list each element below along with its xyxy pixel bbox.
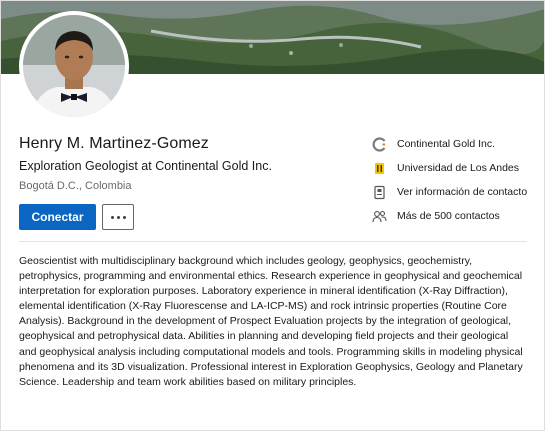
more-actions-button[interactable] [102, 204, 134, 230]
contact-card-icon [372, 185, 387, 200]
school-label: Universidad de Los Andes [397, 162, 519, 174]
current-company-link[interactable]: Continental Gold Inc. [372, 136, 542, 152]
school-link[interactable]: Universidad de Los Andes [372, 160, 542, 176]
people-icon [372, 209, 387, 224]
profile-headline: Exploration Geologist at Continental Gol… [19, 159, 272, 173]
connections-link[interactable]: Más de 500 contactos [372, 208, 542, 224]
section-divider [19, 241, 527, 242]
profile-card: Henry M. Martinez-Gomez Exploration Geol… [0, 0, 545, 431]
profile-side-links: Continental Gold Inc. Universidad de Los… [372, 136, 542, 232]
connect-button[interactable]: Conectar [19, 204, 96, 230]
current-company-label: Continental Gold Inc. [397, 138, 496, 150]
avatar[interactable] [19, 11, 129, 121]
contact-info-label: Ver información de contacto [397, 186, 528, 198]
profile-summary: Geoscientist with multidisciplinary back… [19, 255, 523, 388]
school-logo-icon [372, 161, 387, 176]
profile-location: Bogotá D.C., Colombia [19, 180, 132, 192]
ellipsis-icon [110, 215, 126, 219]
company-logo-icon [372, 136, 387, 152]
contact-info-link[interactable]: Ver información de contacto [372, 184, 542, 200]
profile-name: Henry M. Martinez-Gomez [19, 135, 209, 152]
connections-label: Más de 500 contactos [397, 210, 500, 222]
